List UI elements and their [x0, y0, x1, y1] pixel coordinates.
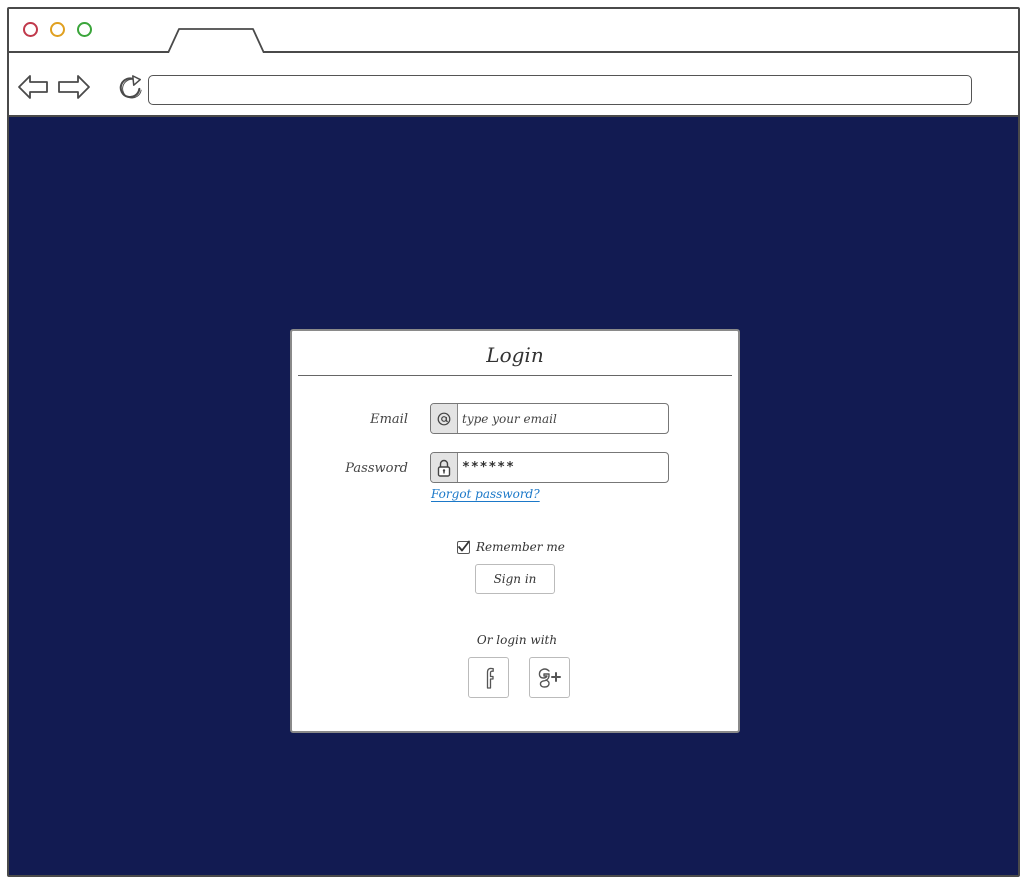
- facebook-icon: [486, 667, 494, 689]
- arrow-right-icon[interactable]: [57, 73, 91, 101]
- address-bar[interactable]: [148, 75, 972, 105]
- password-input[interactable]: ******: [462, 453, 515, 482]
- checkmark-icon: [458, 540, 470, 551]
- browser-titlebar: [9, 9, 1018, 53]
- password-label: Password: [345, 461, 408, 476]
- login-card: Login Email Password: [290, 329, 740, 733]
- password-input-group: ******: [430, 452, 669, 483]
- remember-me-checkbox[interactable]: Remember me: [457, 539, 565, 555]
- reload-icon[interactable]: [115, 74, 145, 102]
- browser-tab[interactable]: [167, 28, 265, 53]
- email-input[interactable]: [462, 404, 662, 433]
- lock-icon: [431, 453, 458, 482]
- email-label: Email: [370, 412, 408, 427]
- google-plus-login-button[interactable]: [529, 657, 570, 698]
- forgot-password-link[interactable]: Forgot password?: [431, 487, 540, 501]
- email-input-group: [430, 403, 669, 434]
- arrow-left-icon[interactable]: [17, 73, 49, 101]
- at-sign-icon: [431, 404, 458, 433]
- close-window-dot[interactable]: [23, 22, 38, 37]
- maximize-window-dot[interactable]: [77, 22, 92, 37]
- google-plus-icon: [538, 667, 561, 688]
- checkbox-box[interactable]: [457, 540, 470, 554]
- title-divider: [298, 375, 732, 376]
- sign-in-button[interactable]: Sign in: [475, 564, 555, 594]
- browser-navbar: [9, 53, 1018, 117]
- minimize-window-dot[interactable]: [50, 22, 65, 37]
- remember-me-label: Remember me: [476, 540, 565, 554]
- facebook-login-button[interactable]: [468, 657, 509, 698]
- browser-window: Login Email Password: [7, 7, 1020, 877]
- login-title: Login: [486, 343, 544, 367]
- or-login-with-label: Or login with: [476, 633, 558, 647]
- page-viewport: Login Email Password: [9, 117, 1018, 875]
